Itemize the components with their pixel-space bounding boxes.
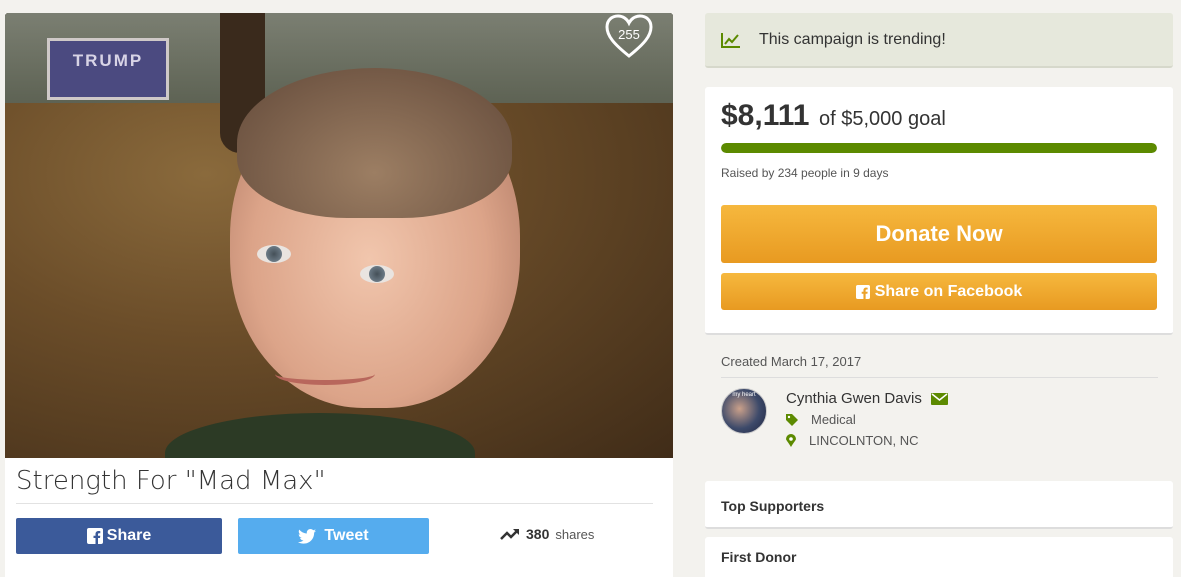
photo-eye-right [360,265,394,283]
photo-eye-left [257,245,291,263]
progress-bar [721,143,1157,153]
shares-count: 380 [526,526,550,542]
trending-banner: This campaign is trending! [705,13,1173,68]
created-date: Created March 17, 2017 [721,354,862,369]
raised-by-text: Raised by 234 people in 9 days [721,166,889,180]
location-row: LINCOLNTON, NC [786,433,919,448]
campaign-photo: TRUMP [5,13,673,458]
top-supporters-section: Top Supporters [705,481,1173,529]
shares-counter: 380 shares [500,526,594,542]
first-donor-section: First Donor [705,537,1173,577]
shares-label: shares [555,526,595,542]
category-row: Medical [786,412,856,427]
map-marker-icon [786,434,796,447]
location-text: LINCOLNTON, NC [809,433,919,448]
share-label: Share [106,527,152,544]
facebook-icon [86,528,103,544]
donate-now-button[interactable]: Donate Now [721,205,1157,263]
raised-amount: $8,111 [721,99,810,132]
tag-icon [786,413,798,426]
funding-card: $8,111 of $5,000 goal Raised by 234 peop… [705,87,1173,335]
facebook-icon [855,284,870,299]
tweet-label: Tweet [324,527,369,544]
trending-text: This campaign is trending! [759,30,946,48]
share-on-facebook-label: Share on Facebook [874,282,1023,300]
organizer-row: Cynthia Gwen Davis [786,390,948,407]
twitter-icon [298,528,317,544]
photo-smile [275,363,375,385]
trending-arrow-icon [500,529,519,540]
divider [16,503,653,504]
tweet-button[interactable]: Tweet [238,518,429,554]
trending-chart-icon [721,32,740,48]
divider [721,377,1158,378]
goal-text: of $5,000 goal [819,108,946,130]
heart-count: 255 [618,27,640,42]
organizer-avatar[interactable]: my heart [721,388,767,434]
campaign-title: Strength For "Mad Max" [16,466,326,496]
organizer-name: Cynthia Gwen Davis [786,390,922,407]
facebook-share-button[interactable]: Share [16,518,222,554]
share-on-facebook-button[interactable]: Share on Facebook [721,273,1157,310]
photo-sign: TRUMP [47,38,169,100]
envelope-icon[interactable] [930,392,948,405]
progress-fill [721,143,1157,153]
avatar-caption: my heart [732,392,756,398]
category-link[interactable]: Medical [811,412,856,427]
photo-hair [237,68,512,218]
